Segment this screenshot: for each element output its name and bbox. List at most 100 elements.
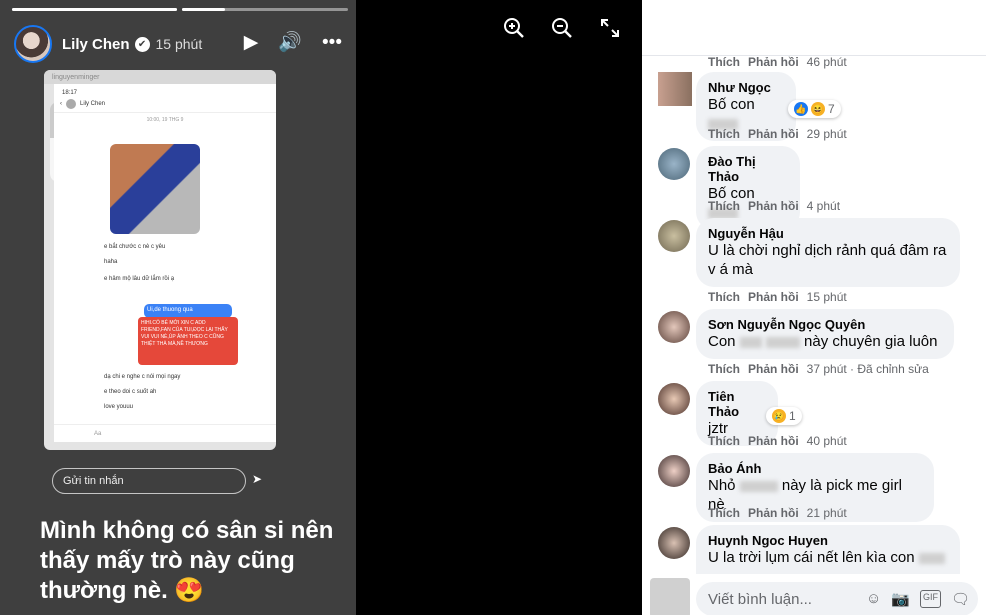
like-link[interactable]: Thích [708, 55, 740, 69]
verified-badge-icon: ✔ [134, 36, 150, 52]
comment-input[interactable]: Viết bình luận... ☺ 📷 GIF 🗨 [696, 582, 978, 615]
comment-actions: Thích Phản hồi 37 phút · Đã chỉnh sửa [708, 362, 929, 376]
comment-time[interactable]: 21 phút [807, 506, 847, 520]
comment-time[interactable]: 37 phút [807, 362, 847, 376]
chat-bubble-blue: Ui,de thuong qua [144, 304, 232, 318]
commenter-name[interactable]: Nguyễn Hậu [708, 226, 948, 241]
more-options-icon[interactable]: ••• [322, 32, 342, 54]
like-link[interactable]: Thích [708, 362, 740, 376]
comment-time[interactable]: 40 phút [807, 434, 847, 448]
chat-photo [110, 144, 200, 234]
story-progress-1 [12, 8, 177, 11]
story-reply-input[interactable]: Gửi tin nhắn [52, 468, 246, 494]
commenter-name[interactable]: Sơn Nguyễn Ngọc Quyên [708, 317, 942, 332]
comment-time[interactable]: 4 phút [807, 199, 840, 213]
comment-time[interactable]: 29 phút [807, 127, 847, 141]
reply-link[interactable]: Phản hồi [748, 362, 799, 376]
commenter-avatar[interactable] [658, 383, 690, 415]
story-progress-2 [182, 8, 348, 11]
reply-link[interactable]: Phản hồi [748, 434, 799, 448]
like-reaction-icon: 👍 [794, 102, 808, 116]
commenter-avatar[interactable] [658, 220, 690, 252]
viewer-tools [502, 16, 622, 40]
sticker-icon[interactable]: 🗨 [951, 590, 970, 608]
comment-text: U la trời lụm cái nết lên kìa con [708, 548, 948, 567]
fullscreen-icon[interactable] [598, 16, 622, 40]
reply-link[interactable]: Phản hồi [748, 55, 799, 69]
commenter-avatar[interactable] [658, 311, 690, 343]
story-time: 15 phút [155, 36, 203, 52]
comment-actions: Thích Phản hồi 4 phút [708, 199, 840, 213]
like-link[interactable]: Thích [708, 506, 740, 520]
like-link[interactable]: Thích [708, 199, 740, 213]
like-link[interactable]: Thích [708, 434, 740, 448]
emoji-icon[interactable]: ☺ [866, 590, 881, 608]
chat-screenshot: 18:17 ‹ Lily Chen 10:00, 19 THG 9 e bắt … [54, 84, 276, 442]
back-icon: ‹ [60, 101, 62, 107]
comment-input-placeholder: Viết bình luận... [708, 590, 812, 608]
author-name[interactable]: Lily Chen [62, 36, 130, 53]
chat-message: love youuu [104, 404, 134, 410]
chat-date: 10:00, 19 THG 9 [146, 117, 184, 123]
reaction-summary[interactable]: 😢 1 [766, 407, 802, 425]
reply-link[interactable]: Phản hồi [748, 290, 799, 304]
haha-reaction-icon: 😆 [811, 102, 825, 116]
reply-link[interactable]: Phản hồi [748, 127, 799, 141]
commenter-avatar[interactable] [658, 72, 692, 106]
volume-icon[interactable]: 🔊 [278, 32, 302, 54]
chat-message: haha [104, 259, 118, 265]
chat-header: ‹ Lily Chen [54, 96, 276, 113]
zoom-out-icon[interactable] [550, 16, 574, 40]
story-header: Lily Chen ✔ 15 phút ▶ 🔊 ••• [14, 22, 348, 66]
chat-input: Aa [54, 424, 276, 442]
like-link[interactable]: Thích [708, 127, 740, 141]
comment-actions: Thích Phản hồi 15 phút [708, 290, 847, 304]
reaction-count: 7 [828, 102, 835, 116]
reaction-summary[interactable]: 👍 😆 7 [788, 100, 841, 118]
commenter-name[interactable]: Bảo Ánh [708, 461, 922, 476]
commenter-avatar[interactable] [658, 148, 690, 180]
reply-link[interactable]: Phản hồi [748, 199, 799, 213]
chat-message: dạ chi e nghe c nói mọi ngay [104, 374, 181, 380]
chat-message: e bắt chước c nè c yêu [104, 244, 166, 250]
reply-link[interactable]: Phản hồi [748, 506, 799, 520]
comment-time[interactable]: 15 phút [807, 290, 847, 304]
zoom-in-icon[interactable] [502, 16, 526, 40]
comments-panel: Thích Phản hồi 46 phút Như Ngọc Bố con 👍 😆 7… [642, 0, 986, 615]
chat-bubble-red: HIHI.CÓ BÉ MỚI XIN C ADD FRIEND,FAN CỦA … [138, 317, 238, 365]
chat-avatar [66, 99, 76, 109]
media-viewer: Lily Chen ✔ 15 phút ▶ 🔊 ••• linguyenming… [0, 0, 642, 615]
commenter-name[interactable]: Đào Thị Thảo [708, 154, 788, 184]
panel-top-area [642, 0, 986, 56]
comment-actions: Thích Phản hồi 46 phút [708, 55, 847, 69]
comment-bubble: Nguyễn Hậu U là chời nghỉ dịch rảnh quá … [696, 218, 960, 287]
camera-icon[interactable]: 📷 [891, 590, 910, 608]
commenter-name[interactable]: Như Ngọc [708, 80, 784, 95]
overlay-username: linguyenminger [44, 70, 276, 84]
composer-icons: ☺ 📷 GIF 🗨 [866, 590, 970, 608]
gif-icon[interactable]: GIF [919, 590, 941, 608]
send-icon[interactable]: ➤ [252, 472, 266, 486]
commenter-name[interactable]: Tiên Thảo [708, 389, 766, 419]
play-icon[interactable]: ▶ [244, 32, 259, 54]
my-avatar [650, 578, 690, 615]
author-avatar[interactable] [14, 25, 52, 63]
comment-actions: Thích Phản hồi 21 phút [708, 506, 847, 520]
commenter-avatar[interactable] [658, 527, 690, 559]
sad-reaction-icon: 😢 [772, 409, 786, 423]
comment-actions: Thích Phản hồi 40 phút [708, 434, 847, 448]
shared-screenshot: linguyenminger 18:17 ‹ Lily Chen 10:00, … [44, 70, 276, 450]
story-controls: ▶ 🔊 ••• [244, 32, 342, 54]
comment-bubble: Sơn Nguyễn Ngọc Quyên Con này chuyên gia… [696, 309, 954, 359]
commenter-avatar[interactable] [658, 455, 690, 487]
comment-time[interactable]: 46 phút [807, 55, 847, 69]
chat-message: e hâm mộ lâu dữ lắm rồi ạ [104, 276, 175, 282]
commenter-name[interactable]: Huynh Ngoc Huyen [708, 533, 948, 548]
comment-text: U là chời nghỉ dịch rảnh quá đâm ra v á … [708, 242, 947, 278]
comment-actions: Thích Phản hồi 29 phút [708, 127, 847, 141]
story-frame[interactable]: Lily Chen ✔ 15 phút ▶ 🔊 ••• linguyenming… [0, 0, 356, 615]
like-link[interactable]: Thích [708, 290, 740, 304]
chat-name: Lily Chen [80, 101, 106, 107]
comment-text: Con này chuyên gia luôn [708, 333, 938, 350]
phone-status-time: 18:17 [62, 90, 78, 96]
